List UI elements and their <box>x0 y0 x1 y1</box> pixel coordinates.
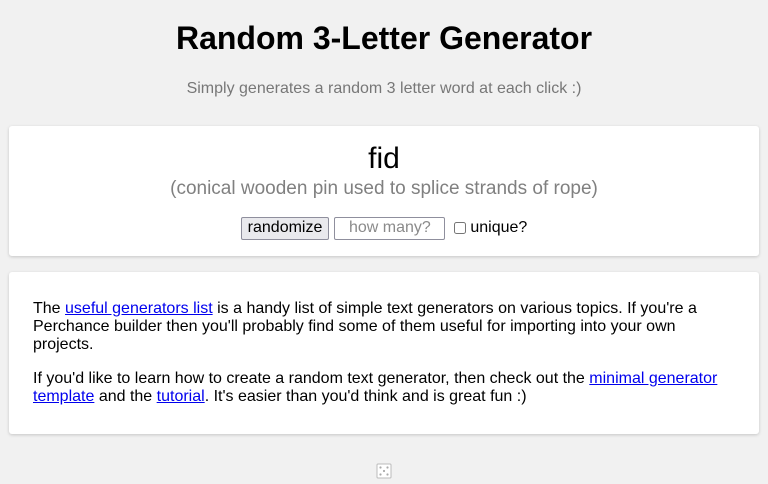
para2-middle: and the <box>94 388 157 405</box>
page-subtitle: Simply generates a random 3 letter word … <box>186 80 582 97</box>
unique-checkbox[interactable] <box>454 222 467 234</box>
output-card: fid (conical wooden pin used to splice s… <box>9 126 759 256</box>
para1-prefix: The <box>33 300 66 317</box>
dice-icon[interactable] <box>376 463 392 479</box>
para2-prefix: If you'd like to learn how to create a r… <box>33 370 590 387</box>
info-paragraph-tutorial: If you'd like to learn how to create a r… <box>33 370 733 406</box>
unique-toggle[interactable]: unique? <box>454 219 527 237</box>
controls-row: randomize unique? <box>9 216 759 240</box>
page-title: Random 3-Letter Generator <box>175 20 593 56</box>
generated-word: fid <box>368 142 400 175</box>
randomize-button[interactable]: randomize <box>240 216 330 240</box>
how-many-input[interactable] <box>334 216 446 240</box>
unique-label: unique? <box>470 219 528 236</box>
para2-suffix: . It's easier than you'd think and is gr… <box>204 388 527 405</box>
info-paragraph-generators: The useful generators list is a handy li… <box>33 300 733 354</box>
tutorial-link[interactable]: tutorial <box>157 388 205 405</box>
word-definition: (conical wooden pin used to splice stran… <box>170 178 598 199</box>
info-card: The useful generators list is a handy li… <box>9 272 759 434</box>
useful-generators-list-link[interactable]: useful generators list <box>65 300 213 317</box>
